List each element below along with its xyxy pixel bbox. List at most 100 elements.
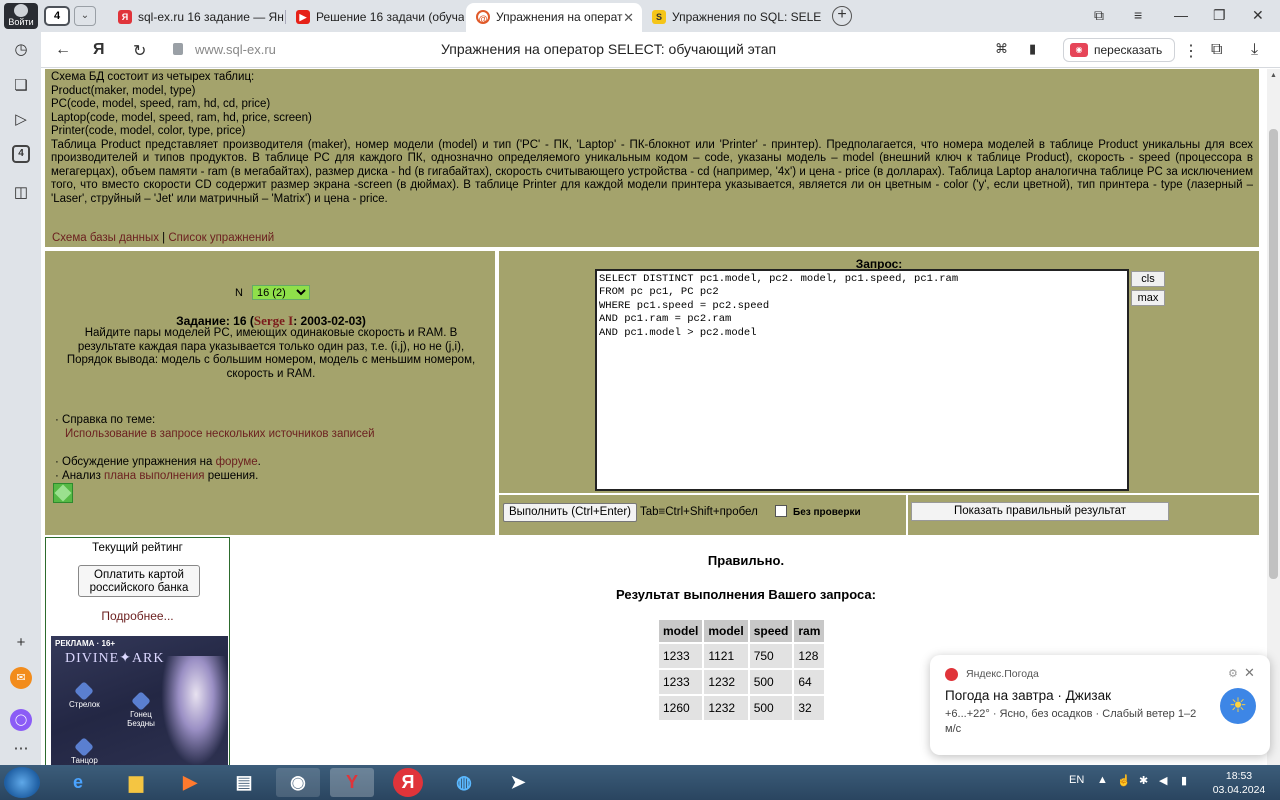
task-author: Serge I (253, 313, 294, 328)
close-icon[interactable]: ✕ (1244, 665, 1255, 681)
mail-icon[interactable]: ✉ (10, 667, 32, 689)
minimize-icon[interactable]: — (1174, 7, 1188, 23)
scroll-up-icon[interactable]: ▲ (1270, 72, 1277, 79)
collections-icon[interactable]: ⧉ (1094, 7, 1104, 24)
history-icon[interactable]: ◷ (10, 39, 32, 61)
ie-icon[interactable]: e (56, 768, 100, 797)
maximize-button[interactable]: max (1131, 290, 1165, 306)
schema-table-pc: PC(code, model, speed, ram, hd, cd, pric… (51, 98, 271, 110)
result-status: Правильно. (707, 553, 785, 568)
address-bar: ← Я ↻ www.sql-ex.ru Упражнения на операт… (41, 32, 1280, 68)
tray-arrow-icon[interactable]: ▲ (1097, 774, 1108, 786)
login-button[interactable]: Войти (4, 3, 38, 29)
bookmark-icon[interactable]: ▮ (1029, 41, 1036, 57)
tab-count-button[interactable]: 4 (44, 6, 70, 26)
explorer-icon[interactable]: ▆ (114, 768, 158, 797)
execution-plan-link[interactable]: плана выполнения (104, 470, 204, 482)
table-cell: 1232 (704, 670, 748, 694)
ad-character-art (161, 656, 228, 765)
table-cell: 1121 (704, 644, 748, 668)
column-header: speed (749, 620, 793, 642)
no-check-checkbox[interactable] (775, 505, 787, 517)
table-cell: 64 (794, 670, 825, 694)
scrollbar-thumb[interactable] (1269, 129, 1278, 579)
tab-active-select[interactable]: @ Упражнения на операт ✕ (466, 3, 642, 32)
translate-icon[interactable]: ⌘ (995, 41, 1008, 57)
task-selector: N 16 (2) (235, 285, 311, 300)
chrome-icon[interactable]: ◉ (276, 768, 320, 797)
schema-intro: Схема БД состоит из четырех таблиц: (51, 71, 255, 83)
collections-icon[interactable]: ❏ (10, 75, 32, 97)
back-icon[interactable]: ← (55, 41, 71, 59)
run-query-button[interactable]: Выполнить (Ctrl+Enter) (503, 503, 637, 522)
menu-icon[interactable]: ≡ (1134, 7, 1142, 23)
screenshot-icon[interactable]: ◫ (10, 182, 32, 204)
tab-title: Упражнения на операт (496, 10, 623, 24)
clear-button[interactable]: cls (1131, 271, 1165, 287)
notification-body: +6...+22° · Ясно, без осадков · Слабый в… (945, 708, 1197, 735)
schema-links: Схема базы данных | Список упражнений (52, 232, 274, 246)
start-button[interactable] (4, 767, 40, 798)
chevron-down-icon[interactable]: ⌄ (74, 6, 96, 26)
tab-yandex-search[interactable]: Я sql-ex.ru 16 задание — Ян (108, 3, 286, 32)
tray-hand-icon[interactable]: ☝ (1117, 774, 1131, 787)
url-field[interactable]: www.sql-ex.ru (165, 38, 305, 62)
more-info-link[interactable]: Подробнее... (46, 609, 229, 623)
sql-query-textarea[interactable]: SELECT DISTINCT pc1.model, pc2. model, p… (595, 269, 1129, 491)
pay-card-button[interactable]: Оплатить картой российского банка (78, 565, 200, 597)
new-tab-button[interactable]: + (832, 6, 852, 26)
volume-icon[interactable]: ◀ (1159, 774, 1167, 787)
reload-icon[interactable]: ↻ (133, 41, 146, 61)
task-number-select[interactable]: 16 (2) (252, 285, 311, 300)
dancer-icon (74, 737, 95, 757)
alice-icon[interactable]: ◯ (10, 709, 32, 731)
settings-icon[interactable]: ⚙ (1228, 667, 1238, 680)
telegram-icon[interactable]: ➤ (496, 768, 540, 797)
ad-banner[interactable]: РЕКЛАМА · 16+ DIVINE✦ARK Стрелок Гонец Б… (51, 636, 228, 765)
windows-taskbar: e ▆ ▶ ▤ ◉ Y Я ◍ ➤ EN ▲ ☝ ✱ ◀ ▮ 18:53 03.… (0, 765, 1280, 800)
restore-icon[interactable]: ❐ (1213, 7, 1226, 24)
app-sphere-icon[interactable]: ◍ (442, 768, 486, 797)
plan-prefix: · Анализ (55, 470, 105, 482)
language-indicator[interactable]: EN (1069, 774, 1084, 786)
yandex-icon[interactable]: Я (393, 768, 423, 797)
add-icon[interactable]: + (10, 632, 32, 654)
table-cell: 32 (794, 696, 825, 720)
app-icon[interactable]: ▤ (222, 768, 266, 797)
play-icon[interactable]: ▷ (10, 109, 32, 131)
more-dots-icon[interactable]: ⋯ (10, 738, 32, 760)
weather-notification[interactable]: Яндекс.Погода ⚙ ✕ Погода на завтра · Джи… (930, 655, 1270, 755)
messenger-icon (131, 691, 151, 711)
tab-sql-exercises[interactable]: S Упражнения по SQL: SELE (642, 3, 822, 32)
ad-label: РЕКЛАМА · 16+ (55, 639, 116, 648)
yandex-home-icon[interactable]: Я (93, 41, 105, 59)
media-player-icon[interactable]: ▶ (168, 768, 212, 797)
forum-link[interactable]: форуме (216, 456, 258, 468)
tab-title: Решение 16 задачи (обуча (316, 10, 464, 24)
db-schema-link[interactable]: Схема базы данных (52, 232, 159, 244)
sqlex-icon: @ (476, 10, 490, 24)
divider (906, 495, 908, 535)
window-close-icon[interactable]: ✕ (1252, 7, 1264, 24)
exercise-list-link[interactable]: Список упражнений (168, 232, 274, 244)
help-topic-link[interactable]: Использование в запросе нескольких источ… (55, 427, 375, 441)
system-clock[interactable]: 18:53 03.04.2024 (1206, 769, 1272, 797)
tabs-badge-icon[interactable]: 4 (12, 145, 30, 163)
close-icon[interactable]: ✕ (623, 10, 634, 26)
yandex-browser-icon[interactable]: Y (330, 768, 374, 797)
downloads-panel-icon[interactable]: ⧉ (1211, 41, 1222, 59)
retell-button[interactable]: ◉ пересказать (1063, 38, 1175, 62)
more-options-icon[interactable]: ⋮ (1183, 41, 1199, 61)
diamond-icon[interactable] (53, 483, 73, 503)
ad-brand-logo: DIVINE✦ARK (65, 651, 165, 666)
tab-youtube[interactable]: ▶ Решение 16 задачи (обуча (286, 3, 464, 32)
schema-table-product: Product(maker, model, type) (51, 84, 196, 97)
download-icon[interactable]: ⤓ (1251, 41, 1258, 59)
show-correct-result-button[interactable]: Показать правильный результат (911, 502, 1169, 521)
no-check-label: Без проверки (793, 507, 861, 518)
ad-class-messenger: Гонец Бездны (121, 691, 161, 728)
tray-bluetooth-icon[interactable]: ✱ (1139, 774, 1148, 787)
task-text: Найдите пары моделей PC, имеющих одинако… (66, 327, 476, 380)
task-title-suffix: : 2003-02-03) (293, 314, 366, 328)
network-icon[interactable]: ▮ (1181, 774, 1187, 787)
